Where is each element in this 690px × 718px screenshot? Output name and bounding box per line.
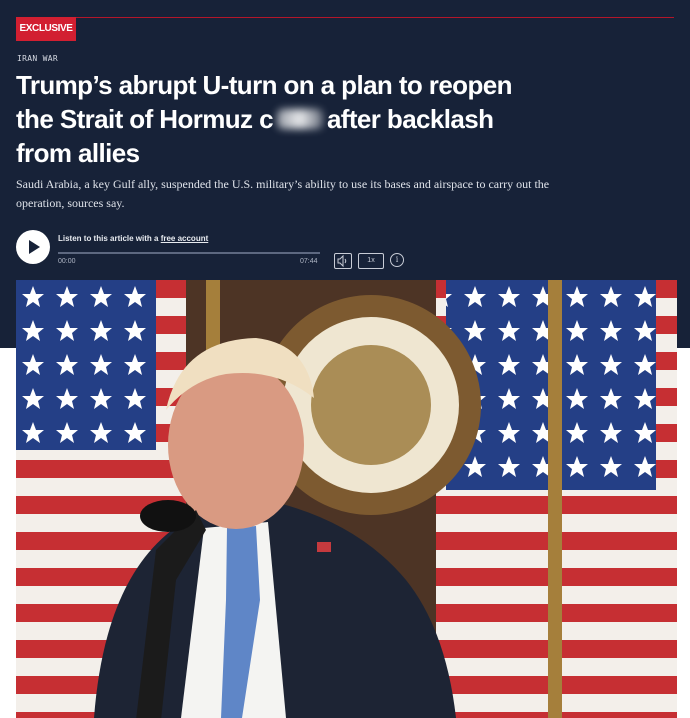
play-button[interactable]: [16, 230, 50, 264]
free-account-link[interactable]: free account: [161, 234, 209, 243]
listen-text: Listen to this article with a: [58, 234, 161, 243]
section-kicker[interactable]: IRAN WAR: [17, 54, 58, 63]
playback-speed-button[interactable]: 1x: [358, 253, 384, 269]
article-dek: Saudi Arabia, a key Gulf ally, suspended…: [16, 177, 550, 210]
current-time: 00:00: [58, 258, 76, 265]
article-headline: Trump’s abrupt U-turn on a plan to reope…: [16, 68, 536, 170]
speaker-icon[interactable]: [334, 253, 352, 269]
photo-illustration: [16, 280, 677, 718]
article-photo: [16, 280, 677, 718]
info-icon[interactable]: i: [390, 253, 404, 267]
listen-prompt: Listen to this article with a free accou…: [58, 234, 208, 243]
total-time: 07:44: [300, 258, 318, 265]
audio-progress-bar[interactable]: [58, 252, 320, 254]
exclusive-badge: EXCLUSIVE: [16, 17, 76, 41]
redaction-blur: [276, 109, 323, 129]
header-accent-line: [16, 17, 674, 18]
